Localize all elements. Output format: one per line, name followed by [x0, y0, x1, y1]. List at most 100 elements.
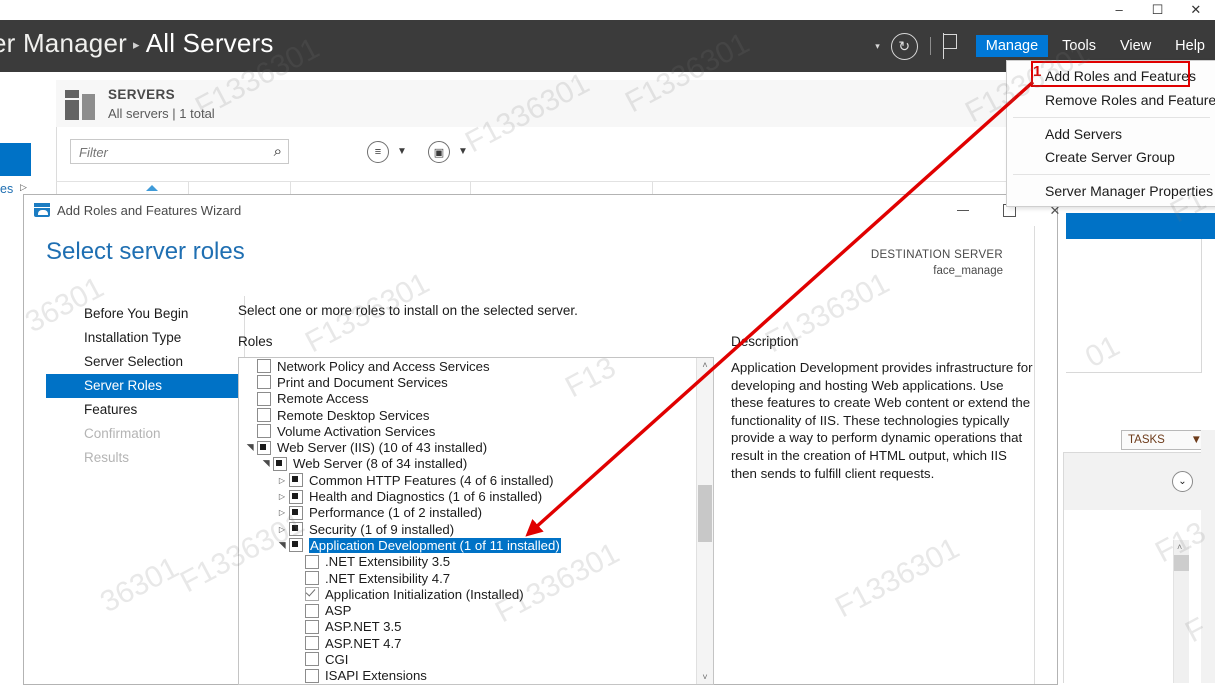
role-label: Network Policy and Access Services [277, 358, 490, 374]
role-checkbox[interactable] [289, 473, 303, 488]
tree-item[interactable]: ◢ Web Server (8 of 34 installed) [239, 456, 696, 472]
role-checkbox[interactable] [305, 636, 319, 651]
role-checkbox[interactable] [305, 554, 319, 569]
tree-item[interactable]: CGI [239, 651, 696, 667]
tree-expanded-icon[interactable]: ◢ [261, 457, 272, 471]
tree-item[interactable]: .NET Extensibility 3.5 [239, 554, 696, 570]
nav-features[interactable]: Features [46, 398, 242, 422]
role-checkbox[interactable] [289, 538, 303, 553]
wizard-titlebar: Add Roles and Features Wizard ✕ [24, 195, 1060, 226]
tree-scroll-down-icon[interactable]: ˅ [697, 672, 713, 682]
tree-item[interactable]: Application Initialization (Installed) [239, 586, 696, 602]
tree-item[interactable]: ◢ Application Development (1 of 11 instal… [239, 537, 696, 553]
filter-field[interactable]: ⌕ [70, 139, 289, 164]
right-selected-row[interactable] [1066, 213, 1215, 239]
tree-collapsed-icon[interactable]: ▷ [275, 525, 289, 534]
notifications-caret-icon[interactable]: ▾ [867, 41, 888, 52]
main-maximize-button[interactable]: ☐ [1144, 0, 1170, 20]
main-close-button[interactable]: ✕ [1183, 0, 1209, 20]
tree-collapsed-icon[interactable]: ▷ [275, 476, 289, 485]
nav-server-roles[interactable]: Server Roles [46, 374, 242, 398]
menu-item-remove-roles-and-features[interactable]: Remove Roles and Features [1007, 89, 1215, 112]
role-checkbox[interactable] [305, 571, 319, 585]
role-label: Security (1 of 9 installed) [309, 521, 455, 537]
menu-manage[interactable]: Manage [975, 35, 1049, 57]
role-label: CGI [325, 651, 349, 667]
tree-item[interactable]: Remote Desktop Services [239, 407, 696, 423]
role-checkbox[interactable] [289, 505, 303, 520]
role-checkbox[interactable] [289, 489, 303, 504]
role-checkbox[interactable] [305, 587, 319, 602]
roles-tree[interactable]: Network Policy and Access Services Print… [238, 357, 714, 685]
menu-help[interactable]: Help [1165, 35, 1215, 57]
tree-item[interactable]: Print and Document Services [239, 374, 696, 390]
flag-icon[interactable] [942, 33, 964, 59]
scroll-up-icon[interactable]: ˄ [1177, 542, 1182, 552]
wizard-minimize-button[interactable] [940, 195, 986, 226]
menu-item-add-servers[interactable]: Add Servers [1007, 123, 1215, 146]
tree-scrollbar-thumb[interactable] [698, 485, 712, 542]
tree-item[interactable]: ▷ Performance (1 of 2 installed) [239, 505, 696, 521]
menu-item-server-manager-properties[interactable]: Server Manager Properties [1007, 180, 1215, 203]
tree-item[interactable]: ASP.NET 3.5 [239, 619, 696, 635]
tree-collapsed-icon[interactable]: ▷ [275, 492, 289, 501]
role-checkbox[interactable] [257, 359, 271, 374]
tree-collapsed-icon[interactable]: ▷ [275, 508, 289, 517]
menu-item-create-server-group[interactable]: Create Server Group [1007, 146, 1215, 169]
role-checkbox[interactable] [305, 668, 319, 683]
nav-before-you-begin[interactable]: Before You Begin [46, 302, 242, 326]
role-checkbox[interactable] [257, 408, 271, 423]
tree-scroll-up-icon[interactable]: ˄ [697, 360, 713, 370]
role-checkbox[interactable] [257, 375, 271, 390]
menu-view[interactable]: View [1110, 35, 1161, 57]
tree-item[interactable]: .NET Extensibility 4.7 [239, 570, 696, 586]
nav-results: Results [84, 450, 130, 465]
role-checkbox[interactable] [289, 522, 303, 537]
role-checkbox[interactable] [257, 424, 271, 439]
nav-installation-type[interactable]: Installation Type [46, 326, 242, 350]
role-checkbox[interactable] [305, 652, 319, 667]
tree-twisty-placeholder [243, 427, 257, 436]
main-minimize-button[interactable]: – [1106, 0, 1132, 20]
scrollbar-thumb[interactable] [1174, 555, 1189, 571]
role-label: Application Development (1 of 11 install… [309, 537, 561, 553]
tasks-button[interactable]: TASKS ▼ [1121, 430, 1209, 450]
tree-item[interactable]: ISAPI Extensions [239, 668, 696, 684]
search-input[interactable] [77, 141, 261, 164]
tree-twisty-placeholder [291, 655, 305, 664]
role-label: Performance (1 of 2 installed) [309, 505, 482, 521]
role-checkbox[interactable] [257, 391, 271, 406]
tree-item[interactable]: ▷ Health and Diagnostics (1 of 6 installe… [239, 488, 696, 504]
tree-twisty-placeholder [291, 639, 305, 648]
tree-item[interactable]: Network Policy and Access Services [239, 358, 696, 374]
tree-item[interactable]: ▷ Security (1 of 9 installed) [239, 521, 696, 537]
tree-item[interactable]: Remote Access [239, 391, 696, 407]
role-label: .NET Extensibility 4.7 [325, 570, 451, 586]
role-label: Web Server (8 of 34 installed) [293, 456, 468, 472]
filter-list-caret-icon[interactable]: ▼ [397, 146, 407, 157]
role-checkbox[interactable] [257, 440, 271, 455]
right-scrollbar[interactable]: ˄ [1173, 540, 1189, 683]
tree-expanded-icon[interactable]: ◢ [245, 441, 256, 455]
save-query-icon[interactable]: ▣ [428, 141, 450, 163]
tree-twisty-placeholder [291, 622, 305, 631]
tree-item[interactable]: ASP [239, 602, 696, 618]
sidebar-selected-item[interactable] [0, 143, 31, 176]
role-checkbox[interactable] [305, 619, 319, 634]
roles-tree-scrollbar[interactable]: ˄ ˅ [696, 358, 713, 684]
tree-expanded-icon[interactable]: ◢ [277, 538, 288, 552]
role-checkbox[interactable] [305, 603, 319, 618]
role-checkbox[interactable] [273, 456, 287, 471]
refresh-icon[interactable]: ↻ [890, 32, 918, 60]
tree-item[interactable]: ◢ Web Server (IIS) (10 of 43 installed) [239, 439, 696, 455]
nav-server-selection[interactable]: Server Selection [46, 350, 242, 374]
tree-item[interactable]: Volume Activation Services [239, 423, 696, 439]
filter-list-icon[interactable]: ≡ [367, 141, 389, 163]
sidebar-expander-icon[interactable]: ▷ [20, 182, 27, 193]
save-query-caret-icon[interactable]: ▼ [458, 146, 468, 157]
chevron-down-icon[interactable]: ⌄ [1172, 471, 1193, 492]
tree-item[interactable]: ASP.NET 4.7 [239, 635, 696, 651]
tree-item[interactable]: ▷ Common HTTP Features (4 of 6 installed) [239, 472, 696, 488]
menu-tools[interactable]: Tools [1052, 35, 1106, 57]
breadcrumb-root[interactable]: er Manager [0, 28, 127, 58]
